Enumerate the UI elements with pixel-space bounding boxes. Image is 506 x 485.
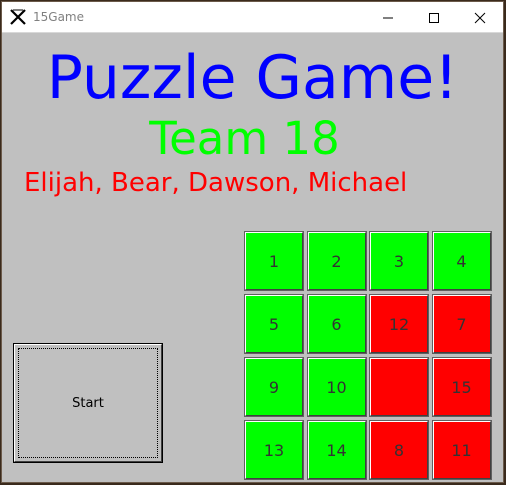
puzzle-tile[interactable]: 8 <box>369 420 429 480</box>
puzzle-tile[interactable]: 1 <box>244 231 304 291</box>
maximize-icon <box>429 12 439 23</box>
puzzle-tile[interactable]: 6 <box>306 294 367 354</box>
puzzle-tile[interactable]: 13 <box>244 420 304 480</box>
puzzle-tile[interactable]: 10 <box>306 357 367 417</box>
puzzle-tile[interactable]: 5 <box>244 294 304 354</box>
puzzle-tile[interactable]: 14 <box>306 420 367 480</box>
x-logo-icon <box>10 9 26 25</box>
puzzle-tile[interactable]: 9 <box>244 357 304 417</box>
focus-ring <box>18 348 158 458</box>
title-bar[interactable]: 15Game <box>2 2 503 33</box>
puzzle-tile[interactable]: 12 <box>369 294 429 354</box>
puzzle-tile[interactable]: 3 <box>369 231 429 291</box>
window-title: 15Game <box>33 10 84 24</box>
minimize-icon <box>383 17 393 18</box>
puzzle-tile[interactable] <box>369 357 429 417</box>
puzzle-tile[interactable]: 4 <box>431 231 492 291</box>
puzzle-board: 1 2 3 4 5 6 12 7 9 10 15 13 14 8 11 <box>242 229 492 481</box>
puzzle-tile[interactable]: 11 <box>431 420 492 480</box>
maximize-button[interactable] <box>411 2 457 33</box>
page-title: Puzzle Game! <box>46 43 459 113</box>
puzzle-tile[interactable]: 15 <box>431 357 492 417</box>
puzzle-tile[interactable]: 2 <box>306 231 367 291</box>
minimize-button[interactable] <box>365 2 411 33</box>
team-label: Team 18 <box>149 112 340 165</box>
game-window: 15Game Puzzle Game! Team 18 Elijah, Bear… <box>1 1 504 483</box>
start-button[interactable]: Start <box>13 343 163 463</box>
team-members: Elijah, Bear, Dawson, Michael <box>24 168 408 198</box>
content-area: Puzzle Game! Team 18 Elijah, Bear, Dawso… <box>2 33 503 484</box>
close-button[interactable] <box>457 2 503 33</box>
close-icon <box>474 12 486 23</box>
puzzle-tile[interactable]: 7 <box>431 294 492 354</box>
